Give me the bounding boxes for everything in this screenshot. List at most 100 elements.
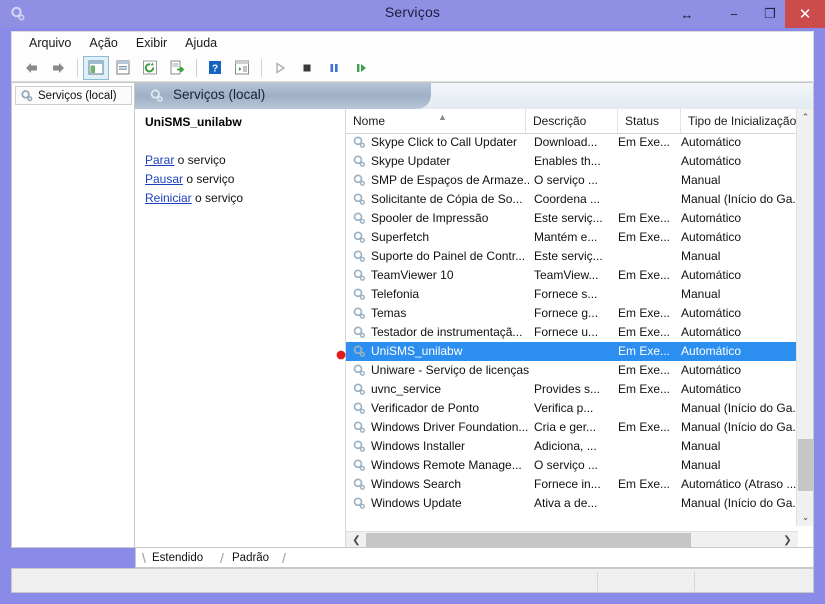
table-row[interactable]: Temas Fornece g... Em Exe... Automático (346, 304, 798, 323)
tab-estendido[interactable]: Estendido (152, 549, 203, 567)
cell-nome: UniSMS_unilabw (371, 344, 463, 358)
table-row[interactable]: TeamViewer 10 TeamView... Em Exe... Automát… (346, 266, 798, 285)
table-row[interactable]: Telefonia Fornece s... Manual (346, 285, 798, 304)
list-vertical-scrollbar[interactable]: ⌃ ⌄ (796, 109, 813, 526)
pause-service-icon[interactable] (321, 56, 347, 80)
menu-exibir[interactable]: Exibir (127, 34, 176, 52)
cell-status (618, 437, 680, 456)
cell-descricao: Este serviç... (534, 249, 603, 263)
cell-descricao: O serviço ... (534, 458, 599, 472)
table-row[interactable]: Superfetch Mantém e... Em Exe... Automático (346, 228, 798, 247)
table-row[interactable]: Windows Remote Manage... O serviço ... Man… (346, 456, 798, 475)
vertical-scroll-thumb[interactable] (798, 439, 813, 491)
table-row[interactable]: Windows Search Fornece in... Em Exe... Auto… (346, 475, 798, 494)
column-header-status[interactable]: Status (618, 109, 681, 133)
service-gear-icon (352, 211, 367, 226)
scroll-right-icon[interactable]: ❯ (779, 532, 796, 547)
cell-nome: Windows Search (371, 477, 462, 491)
cell-descricao: Enables th... (534, 154, 601, 168)
show-hide-action-pane-icon[interactable] (229, 56, 255, 80)
cell-nome: Temas (371, 306, 407, 320)
service-gear-icon (352, 135, 367, 150)
table-row[interactable]: Skype Updater Enables th... Automático (346, 152, 798, 171)
cell-descricao: Verifica p... (534, 401, 594, 415)
cell-nome: Telefonia (371, 287, 420, 301)
menu-acao[interactable]: Ação (80, 34, 127, 52)
table-row[interactable]: Solicitante de Cópia de So... Coordena ..… (346, 190, 798, 209)
minimize-button[interactable]: − (716, 0, 752, 28)
service-gear-icon (352, 496, 367, 511)
resize-button[interactable]: ↔ (672, 0, 702, 28)
cell-nome: Windows Update (371, 496, 462, 510)
cell-descricao: TeamView... (534, 268, 599, 282)
start-service-icon[interactable] (267, 56, 293, 80)
services-list-view: Nome ▲ Descrição Status Tipo de Iniciali… (345, 109, 813, 547)
cell-nome: Solicitante de Cópia de So... (371, 192, 523, 206)
menu-ajuda[interactable]: Ajuda (176, 34, 226, 52)
maximize-button[interactable]: ❐ (752, 0, 788, 28)
table-row[interactable]: Suporte do Painel de Contr... Este serviç… (346, 247, 798, 266)
stop-service-link[interactable]: Parar (145, 153, 174, 167)
cell-tipo-inicializacao: Manual (681, 249, 721, 263)
back-icon[interactable] (18, 56, 44, 80)
properties-icon[interactable] (110, 56, 136, 80)
scroll-up-icon[interactable]: ⌃ (797, 109, 813, 126)
service-action-links: Parar o serviço Pausar o serviço Reinici… (145, 151, 243, 208)
restart-service-link[interactable]: Reiniciar (145, 191, 192, 205)
stop-service-icon[interactable] (294, 56, 320, 80)
service-gear-icon (352, 306, 367, 321)
help-icon[interactable]: ? (202, 56, 228, 80)
column-header-tipo-inicializacao[interactable]: Tipo de Inicialização (681, 109, 811, 133)
cell-status: Em Exe... (618, 382, 671, 396)
service-gear-icon (352, 192, 367, 207)
service-gear-icon (352, 477, 367, 492)
cell-tipo-inicializacao: Manual (Início do Ga... (681, 496, 798, 510)
pause-service-link-rest: o serviço (183, 172, 235, 186)
horizontal-scroll-thumb[interactable] (366, 533, 691, 547)
table-row[interactable]: Windows Installer Adiciona, ... Manual (346, 437, 798, 456)
cell-nome: TeamViewer 10 (371, 268, 454, 282)
title-bar: Serviços ↔ − ❐ ✕ (0, 0, 825, 28)
pause-service-link[interactable]: Pausar (145, 172, 183, 186)
cell-descricao (534, 361, 620, 380)
column-header-descricao[interactable]: Descrição (526, 109, 618, 133)
tab-padrao[interactable]: Padrão (232, 549, 269, 567)
cell-descricao: Fornece g... (534, 306, 599, 320)
restart-service-link-row: Reiniciar o serviço (145, 189, 243, 208)
scroll-down-icon[interactable]: ⌄ (797, 509, 813, 526)
menu-arquivo[interactable]: Arquivo (20, 34, 80, 52)
cell-descricao: Fornece u... (534, 325, 599, 339)
table-row[interactable]: Uniware - Serviço de licenças Em Exe... Au… (346, 361, 798, 380)
cell-nome: Verificador de Ponto (371, 401, 480, 415)
list-horizontal-scrollbar[interactable]: ❮ ❯ (346, 531, 798, 547)
forward-icon[interactable] (45, 56, 71, 80)
svg-text:?: ? (212, 64, 218, 75)
cell-descricao: Fornece s... (534, 287, 598, 301)
table-row[interactable]: SMP de Espaços de Armaze... O serviço ...… (346, 171, 798, 190)
cell-status (618, 399, 680, 418)
tab-divider-mid: / (220, 550, 224, 566)
service-detail-column: UniSMS_unilabw Parar o serviço Pausar o … (135, 109, 345, 547)
table-row[interactable]: Skype Click to Call Updater Download... Em… (346, 133, 798, 152)
tree-item-servicos-local[interactable]: Serviços (local) (15, 86, 132, 105)
show-hide-console-tree-icon[interactable] (83, 55, 109, 80)
cell-tipo-inicializacao: Manual (681, 173, 721, 187)
table-row[interactable]: uvnc_service Provides s... Em Exe... Automá… (346, 380, 798, 399)
cell-descricao: Coordena ... (534, 192, 601, 206)
table-row[interactable]: Testador de instrumentaçã... Fornece u...… (346, 323, 798, 342)
scroll-left-icon[interactable]: ❮ (348, 532, 365, 547)
export-list-icon[interactable] (164, 56, 190, 80)
restart-service-icon[interactable] (348, 56, 374, 80)
table-row[interactable]: UniSMS_unilabw Em Exe... Automático (346, 342, 798, 361)
table-row[interactable]: Windows Update Ativa a de... Manual (Iníci… (346, 494, 798, 513)
column-header-nome[interactable]: Nome ▲ (346, 109, 526, 133)
close-button[interactable]: ✕ (785, 0, 825, 28)
table-row[interactable]: Spooler de Impressão Este serviç... Em Exe… (346, 209, 798, 228)
sort-ascending-icon: ▲ (438, 112, 447, 122)
table-row[interactable]: Verificador de Ponto Verifica p... Manual … (346, 399, 798, 418)
cell-tipo-inicializacao: Manual (681, 439, 721, 453)
refresh-icon[interactable] (137, 56, 163, 80)
cell-descricao: Adiciona, ... (534, 439, 597, 453)
cell-nome: Suporte do Painel de Contr... (371, 249, 526, 263)
table-row[interactable]: Windows Driver Foundation... Cria e ger..… (346, 418, 798, 437)
